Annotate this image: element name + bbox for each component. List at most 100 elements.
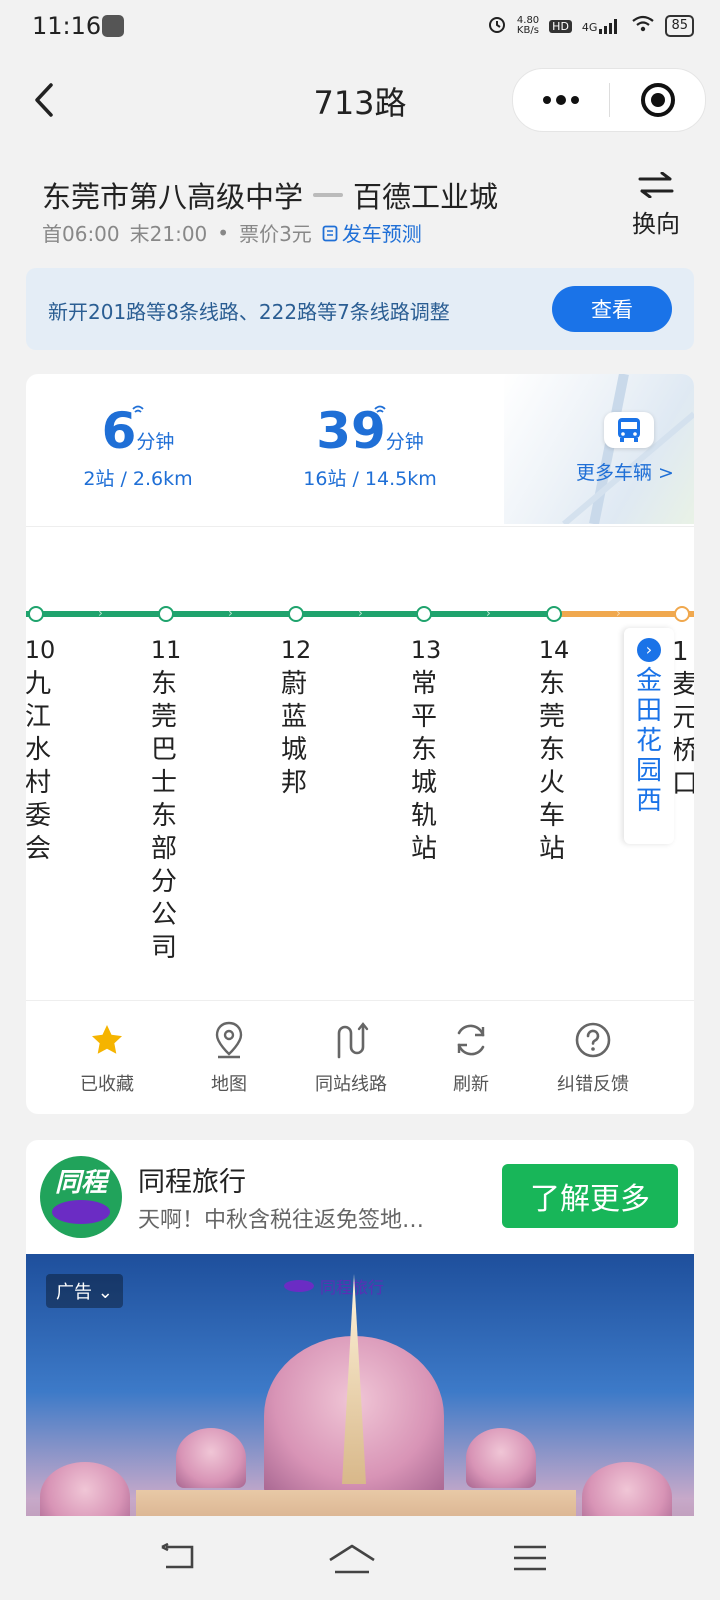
map-thumbnail[interactable]: 更多车辆 > [504, 374, 694, 524]
clipped-stop: 1麦元桥口 [672, 637, 694, 799]
fare: 票价3元 [239, 222, 312, 246]
stop-item[interactable]: 11 东莞巴士东部分公司 [150, 636, 182, 965]
signal-icon: 4G [582, 18, 622, 34]
stop-number: 13 [410, 636, 442, 664]
ad-tag[interactable]: 广告 ⌄ [46, 1274, 123, 1308]
hd-icon: HD [549, 19, 572, 33]
refresh-label: 刷新 [453, 1074, 489, 1095]
stop-name: 东莞东火车站 [538, 669, 565, 864]
bus-badge [604, 412, 654, 448]
stop-item[interactable]: 12 蔚蓝城邦 [280, 636, 312, 800]
stop-number: 12 [280, 636, 312, 664]
eta-1-detail: 2站 / 2.6km [83, 468, 193, 490]
refresh-icon [406, 1018, 536, 1062]
swap-label: 换向 [632, 210, 680, 238]
more-menu-button[interactable] [513, 69, 609, 131]
eta-2-detail: 16站 / 14.5km [303, 468, 437, 490]
fish-logo-icon [284, 1280, 314, 1292]
mosque-dome [176, 1428, 246, 1488]
direction-arrow-icon [313, 193, 344, 197]
miniprogram-capsule [512, 68, 706, 132]
stop-item[interactable]: 14 东莞东火车站 [538, 636, 570, 866]
nav-home-button[interactable] [322, 1534, 382, 1582]
eta-1-unit: 分钟 [136, 431, 175, 453]
ad-brand-logo: 同程 [40, 1156, 122, 1238]
next-stop-name: 金田花园西 [635, 666, 662, 816]
map-roads-graphic [562, 374, 694, 524]
feedback-label: 纠错反馈 [557, 1074, 629, 1095]
favorite-label: 已收藏 [80, 1074, 134, 1095]
more-dots-icon [543, 95, 579, 105]
system-nav-bar [0, 1516, 720, 1600]
star-icon [42, 1018, 172, 1062]
stop-item[interactable]: 10 九江水村委会 [26, 636, 56, 866]
stop-name: 九江水村委会 [26, 669, 51, 864]
ad-logo-text: 同程 [54, 1168, 107, 1198]
network-type: 4G [581, 21, 598, 34]
wifi-icon [631, 15, 655, 37]
home-icon [329, 1544, 375, 1574]
route-icon [286, 1018, 416, 1062]
stop-dot [674, 606, 690, 622]
ad-image[interactable]: 广告 ⌄ 同程旅行 [26, 1254, 694, 1560]
route-from: 东莞市第八高级中学 [42, 180, 304, 214]
map-button[interactable]: 地图 [164, 1018, 294, 1096]
card-divider [26, 526, 694, 527]
notice-banner: 新开201路等8条线路、222路等7条线路调整 查看 [26, 268, 694, 350]
ad-card[interactable]: 同程 同程旅行 天啊！中秋含税往返免签地… 了解更多 广告 ⌄ 同程旅行 [26, 1140, 694, 1560]
stop-item[interactable]: 13 常平东城轨站 [410, 636, 442, 866]
swap-direction-button[interactable]: 换向 [624, 171, 688, 239]
swap-arrows-icon [638, 171, 674, 199]
ad-image-brand: 同程旅行 [284, 1274, 384, 1298]
last-bus-time: 末21:00 [129, 222, 208, 246]
bus-icon [618, 418, 640, 442]
first-bus-time: 首06:00 [42, 222, 120, 246]
route-to: 百德工业城 [353, 180, 499, 214]
eta-1: 6分钟 2站 / 2.6km [38, 402, 238, 491]
ad-image-brand-text: 同程旅行 [320, 1278, 385, 1297]
map-label: 地图 [211, 1074, 247, 1095]
more-buses-link[interactable]: 更多车辆 > [576, 458, 674, 485]
stop-dot [546, 606, 562, 622]
departure-forecast-link[interactable]: 发车预测 [322, 218, 422, 247]
route-direction: 东莞市第八高级中学 百德工业城 [42, 174, 498, 216]
stop-number: 14 [538, 636, 570, 664]
ad-title: 同程旅行 [138, 1167, 246, 1198]
feedback-button[interactable]: 纠错反馈 [528, 1018, 658, 1096]
forecast-label: 发车预测 [341, 222, 422, 246]
view-notice-button[interactable]: 查看 [552, 286, 672, 332]
app-notification-icon [102, 15, 124, 37]
fish-logo-icon [52, 1200, 110, 1224]
stop-name: 蔚蓝城邦 [280, 669, 307, 798]
target-close-icon [640, 83, 675, 117]
nav-back-button[interactable] [148, 1534, 208, 1582]
learn-more-button[interactable]: 了解更多 [502, 1164, 678, 1228]
stop-number: 10 [26, 636, 56, 664]
status-bar: 11:16 4.80 KB/s HD 4G 85 [0, 0, 720, 56]
same-stop-lines-label: 同站线路 [315, 1074, 387, 1095]
chevron-right-icon: › [637, 638, 661, 662]
status-time: 11:16 [32, 12, 102, 40]
stop-name: 常平东城轨站 [410, 669, 437, 864]
stop-name: 东莞巴士东部分公司 [150, 669, 177, 963]
back-arrow-icon [161, 1543, 194, 1569]
direction-chevron-icon: › [616, 606, 621, 620]
close-miniprogram-button[interactable] [610, 69, 705, 131]
stop-dot [416, 606, 432, 622]
same-stop-lines-button[interactable]: 同站线路 [286, 1018, 416, 1096]
ad-description: 天啊！中秋含税往返免签地… [138, 1208, 425, 1233]
stop-dot [158, 606, 174, 622]
next-stop-flag[interactable]: › 金田花园西 [624, 628, 674, 844]
card-divider [26, 1000, 694, 1001]
refresh-button[interactable]: 刷新 [406, 1018, 536, 1096]
clipboard-icon [322, 225, 338, 241]
battery-icon: 85 [665, 15, 694, 37]
menu-icon [514, 1545, 546, 1571]
stop-number: 11 [150, 636, 182, 664]
direction-chevron-icon: › [98, 606, 103, 620]
stop-dot [28, 606, 44, 622]
direction-chevron-icon: › [358, 606, 363, 620]
nav-menu-button[interactable] [500, 1534, 560, 1582]
meta-separator: • [217, 220, 230, 245]
favorite-button[interactable]: 已收藏 [42, 1018, 172, 1096]
